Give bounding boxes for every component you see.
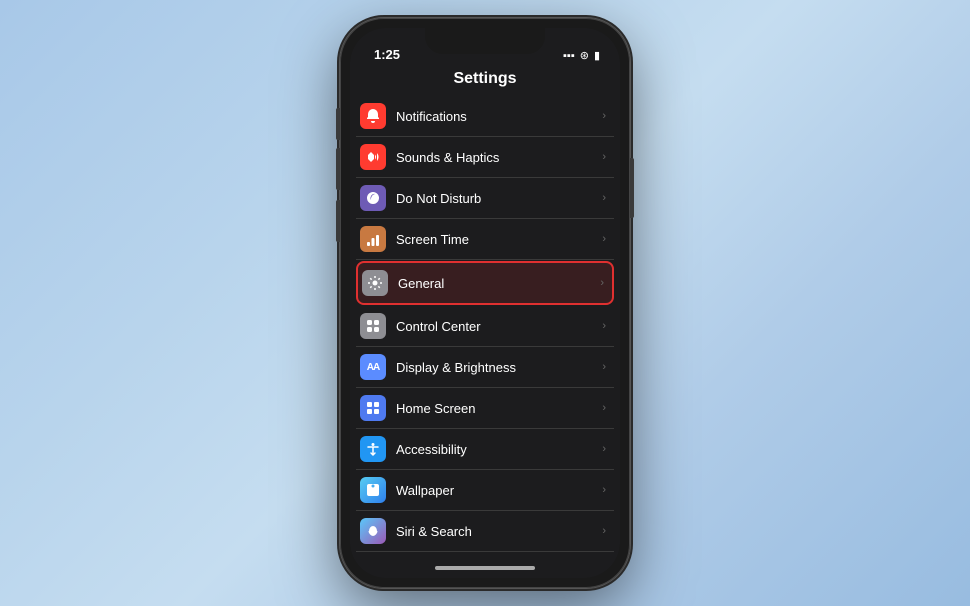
sounds-icon <box>360 144 386 170</box>
settings-item-dnd[interactable]: Do Not Disturb › <box>356 178 614 219</box>
accessibility-icon <box>360 436 386 462</box>
notifications-icon <box>360 103 386 129</box>
screentime-icon <box>360 226 386 252</box>
screentime-chevron: › <box>602 233 606 245</box>
accessibility-label: Accessibility <box>396 442 602 457</box>
wallpaper-icon <box>360 477 386 503</box>
sounds-chevron: › <box>602 151 606 163</box>
volume-up-button[interactable] <box>336 148 340 190</box>
general-icon <box>362 270 388 296</box>
controlcenter-chevron: › <box>602 320 606 332</box>
notifications-label: Notifications <box>396 109 602 124</box>
home-indicator <box>350 558 620 578</box>
display-icon: AA <box>360 354 386 380</box>
dnd-icon <box>360 185 386 211</box>
general-label: General <box>398 276 600 291</box>
page-title: Settings <box>350 66 620 96</box>
homescreen-chevron: › <box>602 402 606 414</box>
siri-label: Siri & Search <box>396 524 602 539</box>
settings-item-notifications[interactable]: Notifications › <box>356 96 614 137</box>
display-chevron: › <box>602 361 606 373</box>
phone-frame: 1:25 ▪▪▪ ⊛ ▮ Settings Notifications › <box>340 18 630 588</box>
settings-item-display[interactable]: AA Display & Brightness › <box>356 347 614 388</box>
settings-item-wallpaper[interactable]: Wallpaper › <box>356 470 614 511</box>
dnd-chevron: › <box>602 192 606 204</box>
controlcenter-label: Control Center <box>396 319 602 334</box>
general-chevron: › <box>600 277 604 289</box>
volume-down-button[interactable] <box>336 200 340 242</box>
status-time: 1:25 <box>370 47 400 62</box>
dnd-label: Do Not Disturb <box>396 191 602 206</box>
settings-item-general[interactable]: General › <box>356 261 614 305</box>
display-label: Display & Brightness <box>396 360 602 375</box>
siri-chevron: › <box>602 525 606 537</box>
screentime-label: Screen Time <box>396 232 602 247</box>
siri-icon <box>360 518 386 544</box>
battery-icon: ▮ <box>594 49 600 62</box>
notch <box>425 28 545 54</box>
accessibility-chevron: › <box>602 443 606 455</box>
settings-item-siri[interactable]: Siri & Search › <box>356 511 614 552</box>
signal-icon: ▪▪▪ <box>563 50 575 62</box>
settings-list: Notifications › Sounds & Haptics › <box>350 96 620 558</box>
settings-item-accessibility[interactable]: Accessibility › <box>356 429 614 470</box>
homescreen-label: Home Screen <box>396 401 602 416</box>
home-bar <box>435 566 535 570</box>
settings-item-homescreen[interactable]: Home Screen › <box>356 388 614 429</box>
settings-item-screentime[interactable]: Screen Time › <box>356 219 614 260</box>
settings-item-controlcenter[interactable]: Control Center › <box>356 306 614 347</box>
wifi-icon: ⊛ <box>580 49 589 62</box>
settings-item-sounds[interactable]: Sounds & Haptics › <box>356 137 614 178</box>
phone-screen: 1:25 ▪▪▪ ⊛ ▮ Settings Notifications › <box>350 28 620 578</box>
notifications-chevron: › <box>602 110 606 122</box>
wallpaper-chevron: › <box>602 484 606 496</box>
power-button[interactable] <box>630 158 634 218</box>
wallpaper-label: Wallpaper <box>396 483 602 498</box>
status-icons: ▪▪▪ ⊛ ▮ <box>563 49 600 62</box>
controlcenter-icon <box>360 313 386 339</box>
settings-item-faceid[interactable]: Face ID & Passcode › <box>356 552 614 558</box>
homescreen-icon <box>360 395 386 421</box>
sounds-label: Sounds & Haptics <box>396 150 602 165</box>
